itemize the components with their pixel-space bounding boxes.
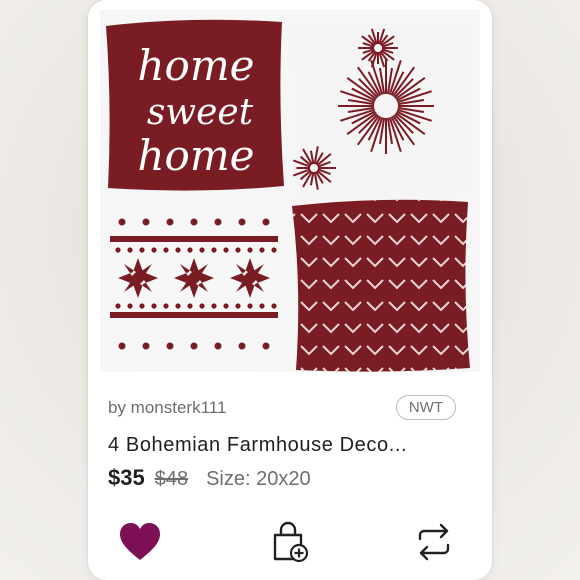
product-image-pillows: home sweet home [106, 19, 470, 372]
condition-badge: NWT [395, 395, 456, 420]
bag-plus-icon [273, 521, 309, 563]
seller-username[interactable]: by monsterk111 [108, 398, 226, 418]
like-button[interactable] [116, 518, 164, 566]
pillow-text-line2: sweet [147, 92, 254, 133]
listing-card[interactable]: home sweet home by monsterk111 NWT 4 Boh… [88, 0, 492, 580]
share-arrows-icon [418, 523, 450, 561]
pillow-text-line3: home [137, 131, 254, 180]
share-button[interactable] [410, 518, 458, 566]
size-label: Size: 20x20 [206, 468, 311, 490]
product-image[interactable]: home sweet home [100, 10, 480, 372]
original-price: $48 [154, 468, 189, 490]
pillow-starburst [292, 23, 470, 197]
pillow-nordic [106, 199, 286, 370]
price-row: $35 $48 Size: 20x20 [108, 465, 311, 491]
pillow-text-line1: home [137, 41, 254, 90]
action-bar [88, 514, 492, 570]
add-to-bundle-button[interactable] [266, 518, 314, 566]
pillow-chevron [292, 199, 470, 372]
current-price: $35 [108, 465, 145, 490]
heart-icon [120, 523, 160, 560]
pillow-home-sweet-home: home sweet home [106, 19, 284, 191]
listing-title[interactable]: 4 Bohemian Farmhouse Deco... [108, 434, 407, 457]
